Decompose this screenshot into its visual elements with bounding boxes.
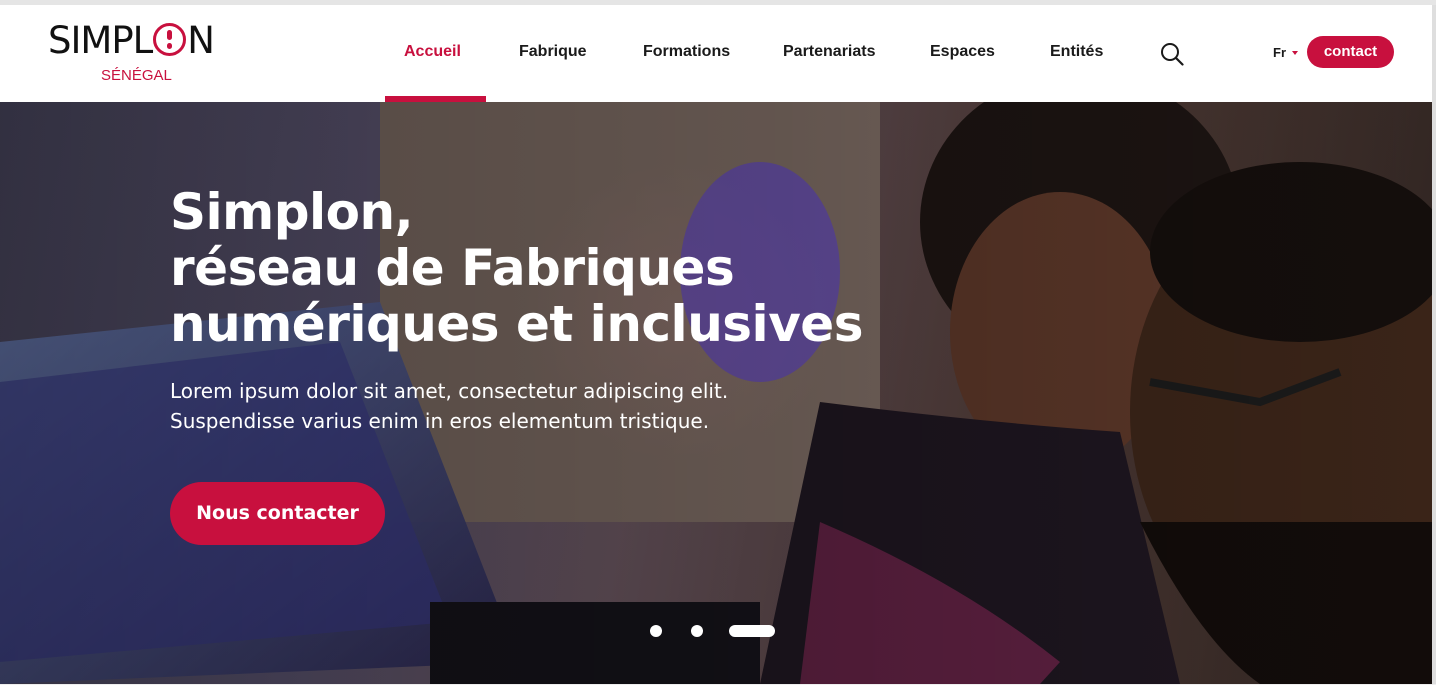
hero-description-line: Lorem ipsum dolor sit amet, consectetur … (170, 379, 729, 403)
carousel-indicators (650, 624, 790, 638)
site-header: SIMPL N SÉNÉGAL Accueil Fabrique Formatio… (0, 5, 1436, 102)
nav-item-formations[interactable]: Formations (643, 43, 730, 61)
page-bottom-edge (0, 684, 1436, 700)
contact-button[interactable]: contact (1307, 36, 1394, 68)
nav-item-fabrique[interactable]: Fabrique (519, 43, 587, 61)
hero-title-line: Simplon, (170, 183, 414, 241)
page-scrollbar-edge (1432, 5, 1436, 684)
language-label: Fr (1273, 45, 1286, 60)
language-selector[interactable]: Fr (1273, 45, 1298, 60)
carousel-dot-1[interactable] (650, 625, 662, 637)
carousel-dot-2[interactable] (691, 625, 703, 637)
search-icon[interactable] (1160, 42, 1184, 66)
nous-contacter-button[interactable]: Nous contacter (170, 482, 385, 545)
hero-banner: Simplon, réseau de Fabriques numériques … (0, 102, 1436, 684)
hero-description-line: Suspendisse varius enim in eros elementu… (170, 409, 710, 433)
nav-item-espaces[interactable]: Espaces (930, 43, 995, 61)
nav-item-entites[interactable]: Entités (1050, 43, 1103, 61)
nav-item-partenariats[interactable]: Partenariats (783, 43, 876, 61)
hero-title-line: numériques et inclusives (170, 295, 863, 353)
hero-title: Simplon, réseau de Fabriques numériques … (170, 184, 890, 352)
hero-title-line: réseau de Fabriques (170, 239, 735, 297)
carousel-dot-3-active[interactable] (729, 625, 775, 637)
caret-down-icon (1292, 51, 1298, 55)
hero-description: Lorem ipsum dolor sit amet, consectetur … (170, 376, 810, 436)
main-nav: Accueil Fabrique Formations Partenariats… (0, 5, 1436, 102)
nav-item-accueil[interactable]: Accueil (404, 43, 461, 61)
